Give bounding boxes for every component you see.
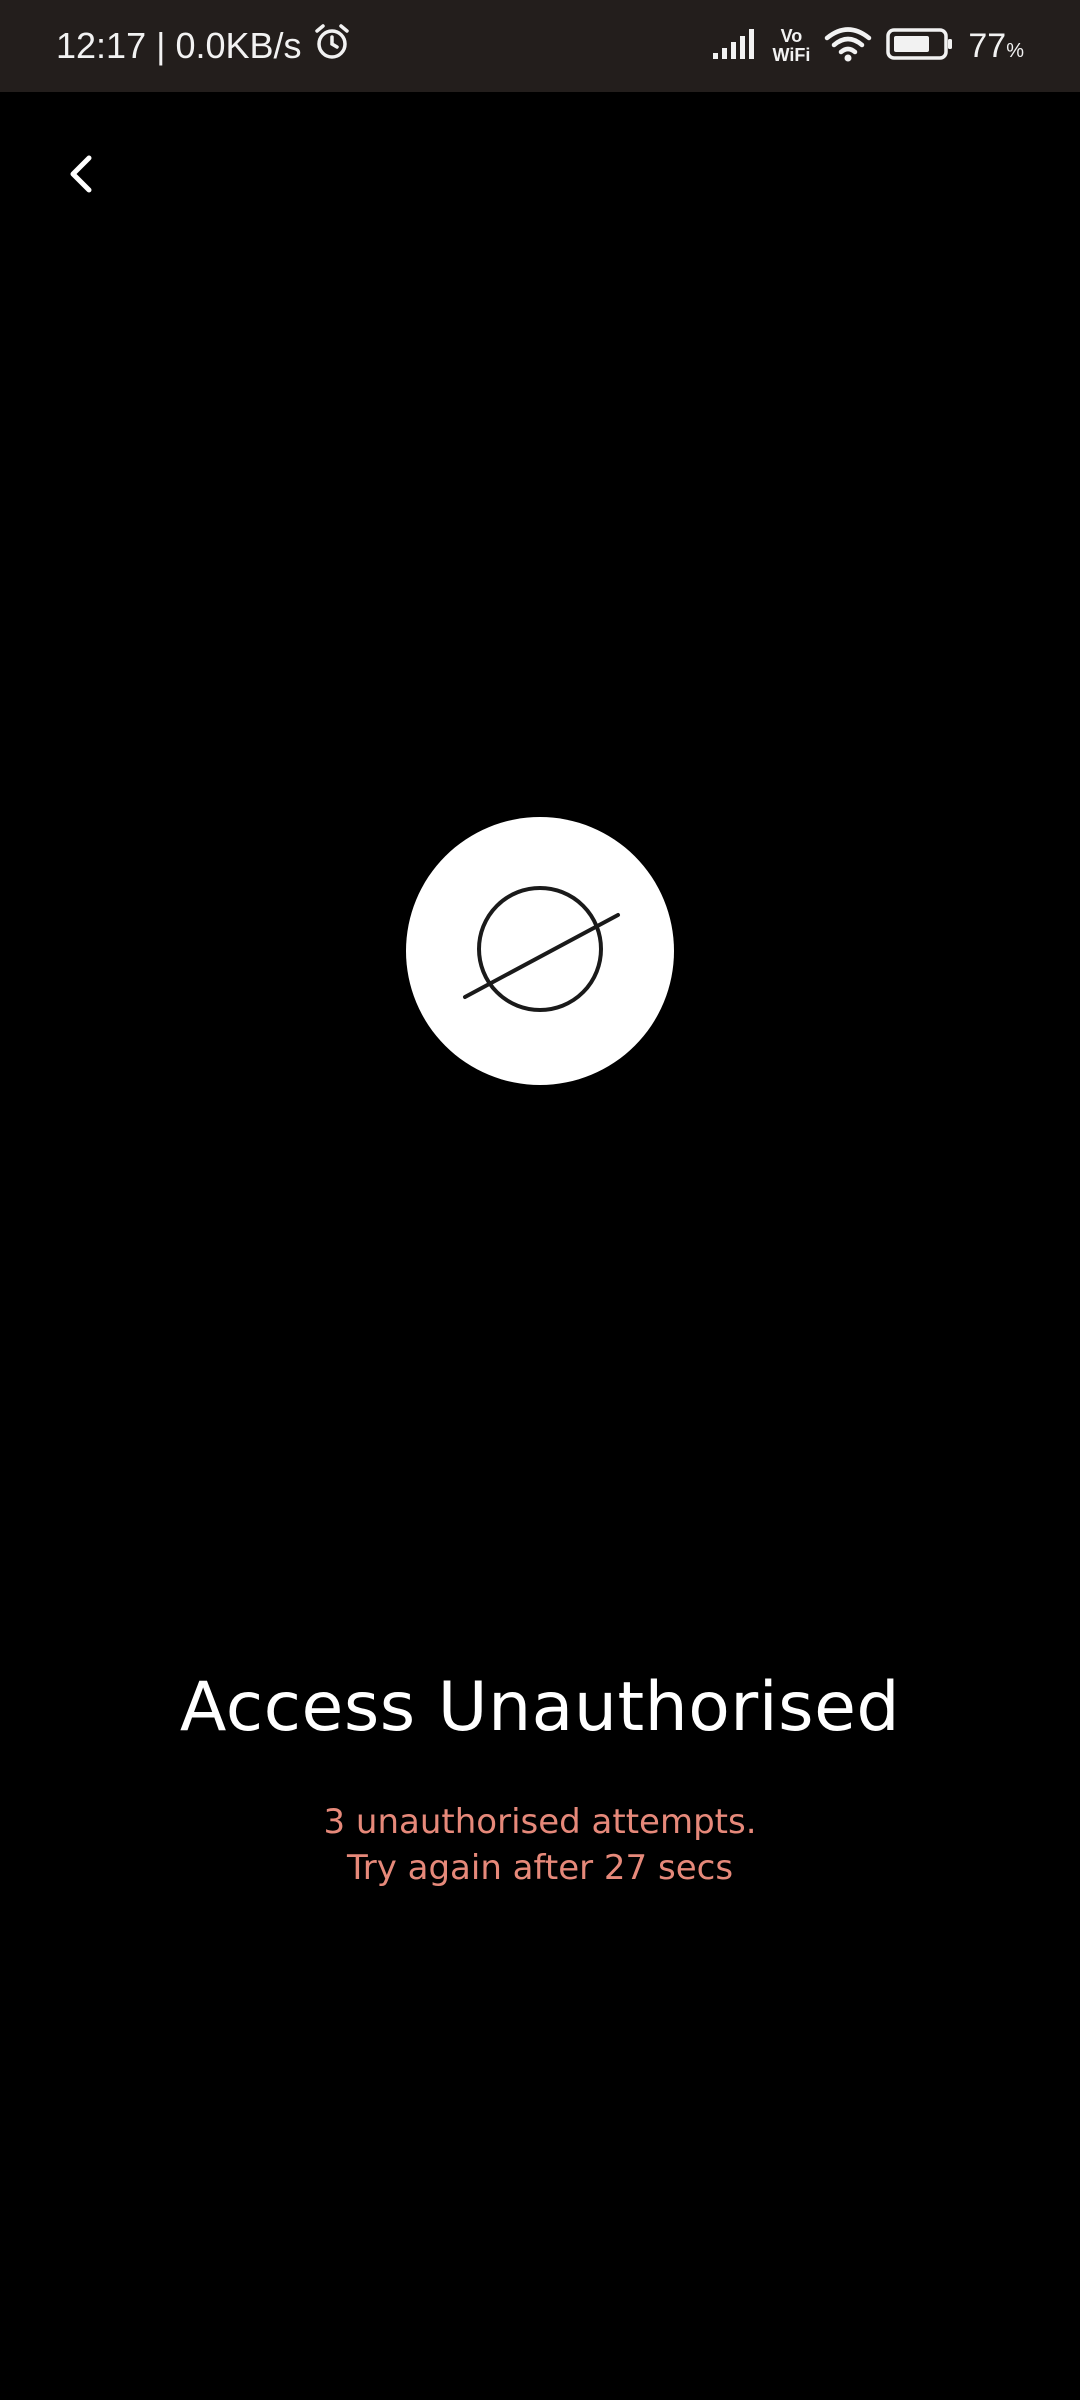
battery-percentage: 77% bbox=[968, 27, 1024, 66]
vowifi-bottom-label: WiFi bbox=[772, 45, 811, 65]
battery-percent-value: 77 bbox=[968, 26, 1007, 65]
access-denied-badge bbox=[406, 817, 674, 1085]
chevron-left-icon bbox=[61, 150, 101, 202]
status-time: 12:17 bbox=[56, 25, 147, 66]
battery-fill bbox=[894, 35, 930, 52]
vowifi-top-label: Vo bbox=[780, 26, 803, 46]
status-bar: 12:17 | 0.0KB/s Vo WiFi 77% bbox=[0, 0, 1080, 92]
alarm-clock-icon bbox=[312, 22, 352, 71]
status-right: Vo WiFi 77% bbox=[711, 0, 1024, 92]
attempts-message: 3 unauthorised attempts. bbox=[323, 1802, 757, 1842]
battery-icon bbox=[886, 27, 954, 66]
empty-set-icon bbox=[450, 879, 630, 1023]
battery-percent-sign: % bbox=[1006, 39, 1024, 62]
cellular-signal-icon bbox=[711, 27, 759, 66]
wifi-icon bbox=[824, 25, 872, 68]
status-separator: | bbox=[156, 25, 166, 66]
retry-countdown-message: Try again after 27 secs bbox=[346, 1848, 734, 1888]
back-button[interactable] bbox=[40, 135, 122, 217]
network-speed: 0.0KB/s bbox=[175, 25, 302, 66]
status-left: 12:17 | 0.0KB/s bbox=[56, 0, 352, 92]
vowifi-indicator: Vo WiFi bbox=[773, 27, 811, 65]
page-title: Access Unauthorised bbox=[179, 1668, 901, 1747]
